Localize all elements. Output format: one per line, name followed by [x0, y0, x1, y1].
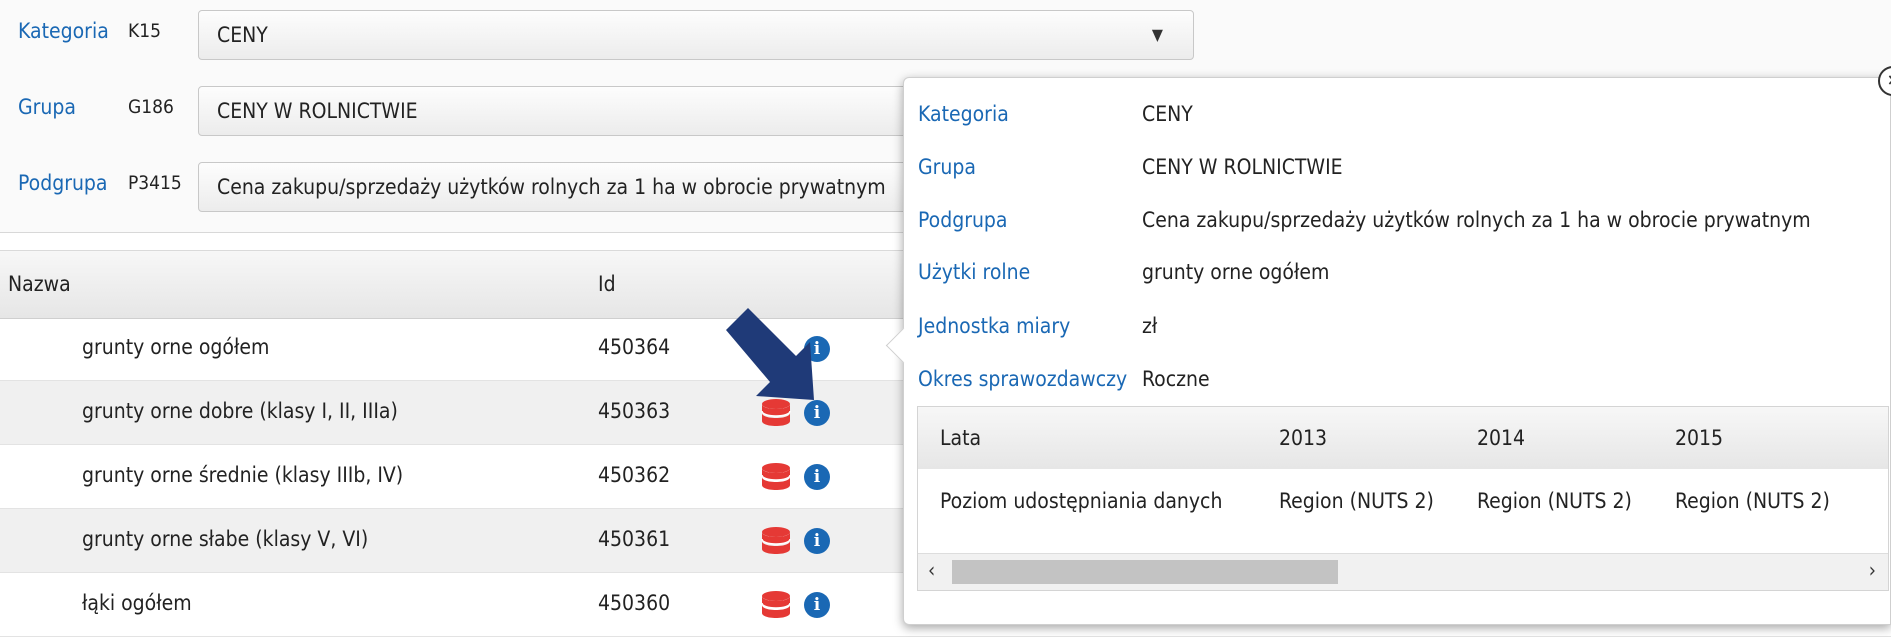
- kategoria-code: K15: [128, 20, 161, 42]
- kategoria-select[interactable]: CENY ▼: [198, 10, 1194, 60]
- popover-value: zł: [1142, 314, 1158, 338]
- row-id: 450364: [598, 335, 671, 359]
- info-icon[interactable]: i: [804, 592, 830, 618]
- podgrupa-select[interactable]: Cena zakupu/sprzedaży użytków rolnych za…: [198, 162, 958, 212]
- year-header: 2014: [1477, 426, 1526, 450]
- popover-key: Kategoria: [918, 102, 1009, 126]
- podgrupa-value: Cena zakupu/sprzedaży użytków rolnych za…: [217, 175, 886, 199]
- row-name: grunty orne średnie (klasy IIIb, IV): [82, 463, 404, 487]
- scrollbar-thumb[interactable]: [952, 560, 1338, 584]
- level-value: Region (NUTS 2): [1279, 489, 1434, 513]
- grupa-value: CENY W ROLNICTWIE: [217, 99, 418, 123]
- years-table-row: Poziom udostępniania danych Region (NUTS…: [918, 469, 1888, 539]
- popover-key: Grupa: [918, 155, 976, 179]
- database-icon[interactable]: [760, 462, 792, 492]
- row-id: 450362: [598, 463, 671, 487]
- years-table-header: Lata 2013 2014 2015: [918, 407, 1888, 470]
- info-icon[interactable]: i: [804, 528, 830, 554]
- scroll-left-icon[interactable]: ‹: [928, 558, 935, 582]
- column-header-id[interactable]: Id: [598, 272, 616, 296]
- row-name: grunty orne słabe (klasy V, VI): [82, 527, 369, 551]
- podgrupa-label: Podgrupa: [18, 171, 108, 195]
- lata-header: Lata: [940, 426, 982, 450]
- column-header-nazwa[interactable]: Nazwa: [8, 272, 71, 296]
- popover-key: Użytki rolne: [918, 260, 1031, 284]
- popover-value: Cena zakupu/sprzedaży użytków rolnych za…: [1142, 208, 1811, 232]
- details-popover: Kategoria CENY Grupa CENY W ROLNICTWIE P…: [885, 77, 1891, 625]
- grupa-label: Grupa: [18, 95, 76, 119]
- chevron-down-icon: ▼: [1151, 25, 1163, 44]
- info-icon[interactable]: i: [804, 464, 830, 490]
- popover-key: Okres sprawozdawczy: [918, 367, 1128, 391]
- year-header: 2015: [1675, 426, 1724, 450]
- database-icon[interactable]: [760, 590, 792, 620]
- row-id: 450361: [598, 527, 671, 551]
- level-label: Poziom udostępniania danych: [940, 489, 1223, 513]
- year-header: 2013: [1279, 426, 1328, 450]
- kategoria-label: Kategoria: [18, 19, 109, 43]
- row-name: łąki ogółem: [82, 591, 192, 615]
- years-table: Lata 2013 2014 2015 Poziom udostępniania…: [917, 406, 1889, 591]
- kategoria-value: CENY: [217, 23, 268, 47]
- scroll-right-icon[interactable]: ›: [1869, 558, 1876, 582]
- row-id: 450363: [598, 399, 671, 423]
- popover-value: CENY: [1142, 102, 1193, 126]
- popover-value: grunty orne ogółem: [1142, 260, 1330, 284]
- grupa-code: G186: [128, 96, 174, 118]
- row-name: grunty orne ogółem: [82, 335, 270, 359]
- level-value: Region (NUTS 2): [1675, 489, 1830, 513]
- row-id: 450360: [598, 591, 671, 615]
- popover-value: Roczne: [1142, 367, 1210, 391]
- podgrupa-code: P3415: [128, 172, 182, 194]
- grupa-select[interactable]: CENY W ROLNICTWIE: [198, 86, 958, 136]
- level-value: Region (NUTS 2): [1477, 489, 1632, 513]
- popover-key: Podgrupa: [918, 208, 1008, 232]
- row-name: grunty orne dobre (klasy I, II, IIIa): [82, 399, 398, 423]
- arrow-pointer-icon: [726, 308, 814, 400]
- popover-value: CENY W ROLNICTWIE: [1142, 155, 1343, 179]
- popover-key: Jednostka miary: [918, 314, 1071, 338]
- horizontal-scrollbar[interactable]: ‹ ›: [918, 553, 1888, 590]
- database-icon[interactable]: [760, 526, 792, 556]
